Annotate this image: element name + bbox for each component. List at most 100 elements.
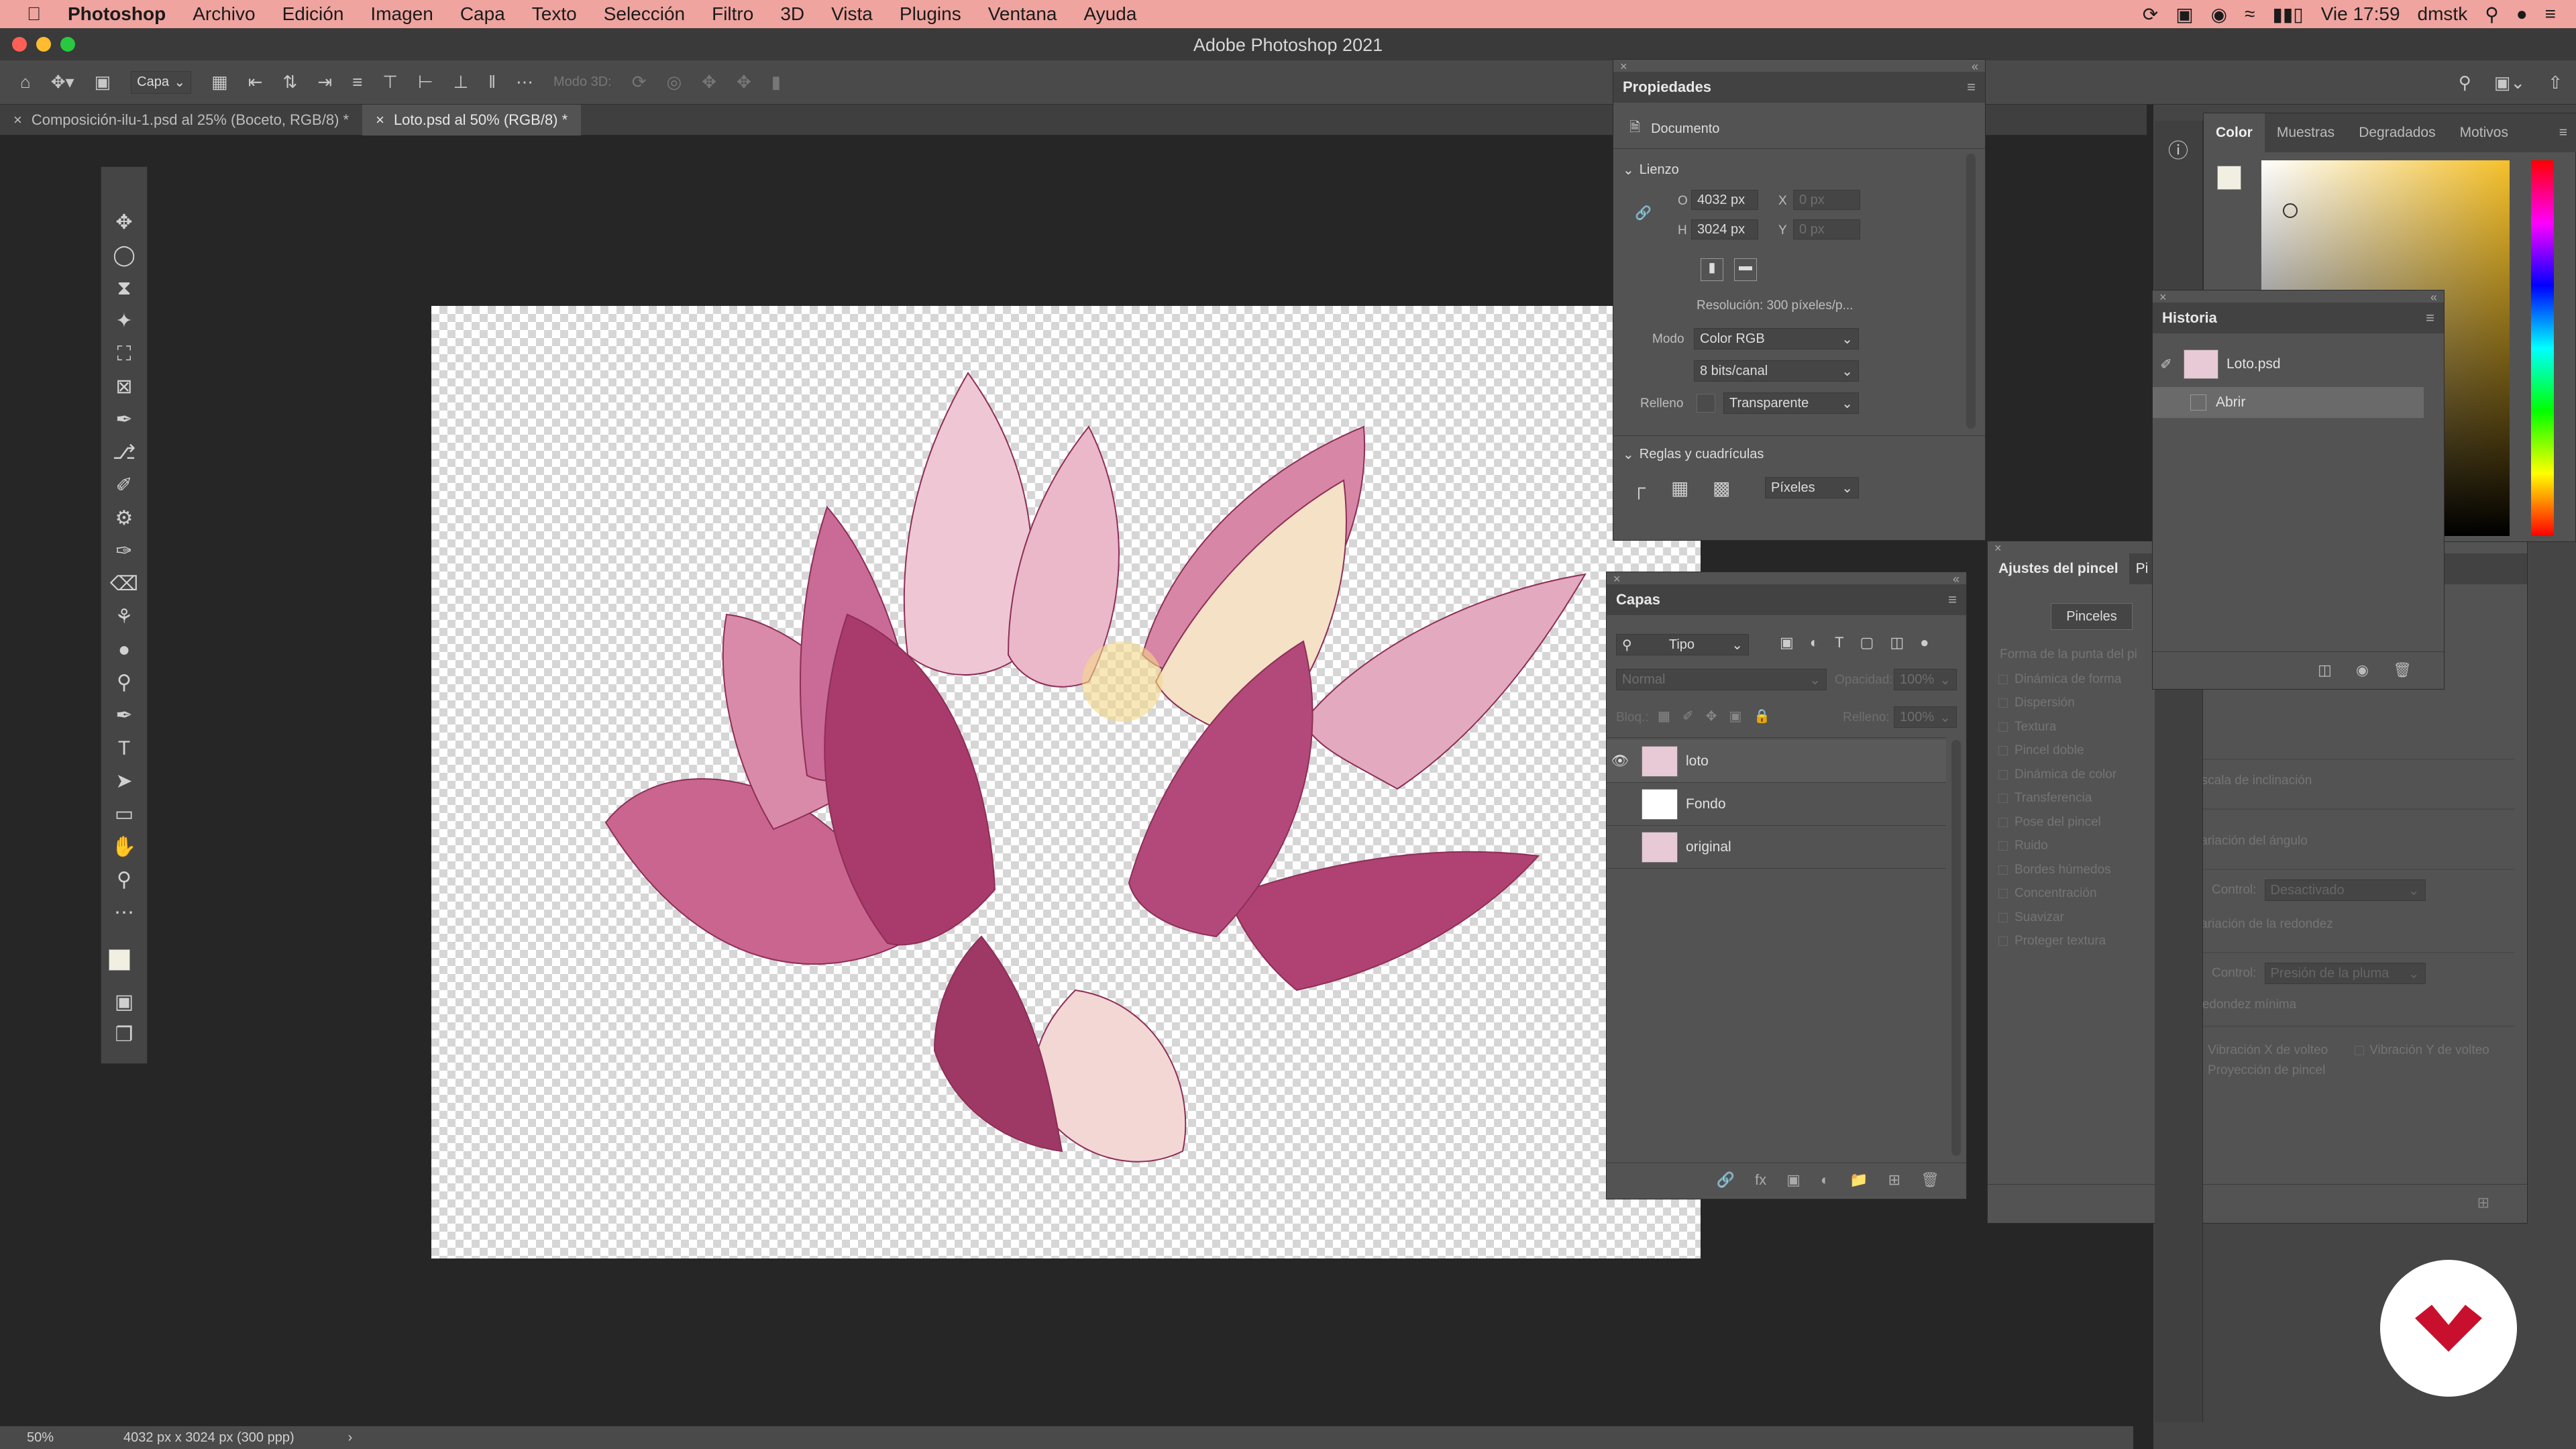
hand-tool-icon[interactable]: ✋	[101, 830, 148, 863]
tip-shape-label[interactable]: Forma de la punta del pi	[2000, 647, 2137, 662]
roll-3d-icon[interactable]: ◎	[667, 72, 682, 93]
angle-jitter-slider[interactable]	[2193, 850, 2515, 870]
scrollbar[interactable]	[1951, 740, 1961, 1156]
pen-tool-icon[interactable]: ✒	[101, 699, 148, 732]
add-mask-icon[interactable]: ▣	[1786, 1171, 1801, 1189]
menu-archivo[interactable]: Archivo	[193, 3, 255, 25]
tab-swatches[interactable]: Muestras	[2265, 125, 2347, 141]
option-texture[interactable]: Textura	[1988, 715, 2162, 739]
marquee-tool-icon[interactable]: ◯	[101, 239, 148, 272]
new-document-from-state-icon[interactable]: ◫	[2318, 661, 2332, 679]
option-scattering[interactable]: Dispersión	[1988, 692, 2162, 716]
tab-composicion[interactable]: × Composición-ilu-1.psd al 25% (Boceto, R…	[0, 105, 362, 136]
layer-name[interactable]: original	[1686, 839, 1731, 855]
history-brush-source-icon[interactable]: ✐	[2153, 356, 2180, 373]
checkbox[interactable]	[1998, 746, 2008, 756]
option-buildup[interactable]: Concentración	[1988, 882, 2162, 906]
tilt-scale-slider[interactable]	[2193, 790, 2515, 810]
fill-dropdown[interactable]: Transparente ⌄	[1723, 392, 1859, 414]
roundness-jitter-slider[interactable]	[2193, 933, 2515, 953]
healing-brush-icon[interactable]: ⎇	[101, 436, 148, 469]
link-layers-icon[interactable]: 🔗	[1717, 1171, 1735, 1189]
pan-3d-icon[interactable]: ✥	[702, 72, 716, 93]
option-protect-texture[interactable]: Proteger textura	[1988, 930, 2162, 954]
menu-capa[interactable]: Capa	[460, 3, 505, 25]
lasso-tool-icon[interactable]: ⧗	[101, 272, 148, 305]
menu-filtro[interactable]: Filtro	[712, 3, 753, 25]
siri-icon[interactable]: ●	[2516, 3, 2528, 25]
layer-name[interactable]: Fondo	[1686, 796, 1726, 812]
adjustment-layer-icon[interactable]: ◐	[1821, 1171, 1829, 1189]
option-shape-dynamics[interactable]: Dinámica de forma	[1988, 667, 2162, 692]
quick-mask-icon[interactable]: ▣	[101, 985, 148, 1018]
new-group-icon[interactable]: 📁	[1849, 1171, 1868, 1189]
foreground-color-swatch[interactable]	[109, 949, 130, 971]
checkbox[interactable]	[1998, 794, 2008, 804]
layer-select-dropdown[interactable]: Capa ⌄	[131, 70, 192, 94]
menu-texto[interactable]: Texto	[532, 3, 577, 25]
zoom-level[interactable]: 50%	[27, 1430, 107, 1446]
battery-icon[interactable]: ▮▮▯	[2272, 3, 2303, 25]
filter-shape-icon[interactable]: ▢	[1860, 634, 1874, 651]
document-canvas[interactable]	[431, 306, 1701, 1258]
align-center-icon[interactable]: ⇅	[283, 72, 298, 93]
frame-tool-icon[interactable]: ⊠	[101, 370, 148, 403]
slider[interactable]	[2193, 736, 2515, 760]
hue-slider[interactable]	[2531, 160, 2554, 536]
filter-smart-object-icon[interactable]: ◫	[1890, 634, 1904, 651]
clock[interactable]: Vie 17:59	[2321, 3, 2400, 25]
eye-icon[interactable]: 👁	[1607, 753, 1633, 769]
fill-color-swatch[interactable]	[1697, 394, 1715, 413]
eyedropper-icon[interactable]: ✒	[101, 403, 148, 436]
fill-field[interactable]: 100% ⌄	[1894, 706, 1957, 728]
camera-icon[interactable]: ◉	[2356, 661, 2369, 679]
edit-toolbar-icon[interactable]: ⋯	[101, 896, 148, 929]
delete-layer-icon[interactable]: 🗑	[1921, 1171, 1939, 1189]
y-field[interactable]: 0 px	[1793, 219, 1860, 239]
checkbox[interactable]	[2355, 1046, 2365, 1055]
x-field[interactable]: 0 px	[1793, 190, 1860, 210]
portrait-icon[interactable]: ▮	[1701, 258, 1723, 281]
dodge-tool-icon[interactable]: ⚲	[101, 666, 148, 699]
orbit-3d-icon[interactable]: ⟳	[632, 72, 647, 93]
delete-icon[interactable]: 🗑	[2393, 661, 2412, 679]
user-name[interactable]: dmstk	[2418, 3, 2468, 25]
new-brush-icon[interactable]: ⊞	[2477, 1194, 2489, 1212]
apple-icon[interactable]: 	[27, 3, 41, 25]
cc-icon[interactable]: ◉	[2211, 3, 2227, 25]
rulers-icon[interactable]: ┌	[1632, 477, 1646, 498]
checkbox[interactable]	[1998, 817, 2008, 827]
screen-mode-icon[interactable]: ❐	[101, 1018, 148, 1051]
blend-mode-dropdown[interactable]: Normal ⌄	[1616, 669, 1827, 690]
lock-position-icon[interactable]: ✥	[1706, 708, 1717, 724]
align-left-icon[interactable]: ⇤	[248, 72, 263, 93]
align-middle-icon[interactable]: ⊢	[418, 72, 433, 93]
workspace-icon[interactable]: ▣⌄	[2494, 72, 2525, 93]
menu-plugins[interactable]: Plugins	[900, 3, 961, 25]
tab-brush-settings[interactable]: Ajustes del pincel	[1988, 553, 2129, 584]
camera-3d-icon[interactable]: ▮	[771, 72, 781, 93]
checkbox[interactable]	[1998, 841, 2008, 851]
checkbox[interactable]	[1998, 722, 2008, 732]
landscape-icon[interactable]: ▬	[1734, 258, 1757, 281]
crop-tool-icon[interactable]: ⛶	[101, 337, 148, 370]
filter-pixel-icon[interactable]: ▣	[1780, 634, 1794, 651]
wifi-icon[interactable]: ≈	[2245, 3, 2255, 25]
menu-seleccion[interactable]: Selección	[604, 3, 685, 25]
screen-icon[interactable]: ▣	[2176, 3, 2193, 25]
checkbox[interactable]	[1998, 936, 2008, 947]
tab-brushes[interactable]: Pi	[2129, 561, 2155, 577]
fx-icon[interactable]: fx	[1755, 1171, 1766, 1189]
search-icon[interactable]: ⚲	[2459, 72, 2471, 93]
home-icon[interactable]: ⌂	[20, 72, 31, 93]
auto-select-icon[interactable]: ▣	[95, 72, 111, 93]
history-brush-icon[interactable]: ✑	[101, 535, 148, 568]
spotlight-icon[interactable]: ⚲	[2485, 3, 2499, 25]
depth-dropdown[interactable]: 8 bits/canal ⌄	[1694, 360, 1859, 382]
filter-adjustment-icon[interactable]: ◐	[1810, 634, 1819, 651]
option-smoothing[interactable]: Suavizar	[1988, 906, 2162, 930]
tab-loto[interactable]: × Loto.psd al 50% (RGB/8) *	[362, 104, 582, 136]
magic-wand-icon[interactable]: ✦	[101, 305, 148, 337]
grid-icon[interactable]: ▦	[1671, 477, 1688, 499]
transform-controls-icon[interactable]: ▦	[211, 72, 228, 93]
